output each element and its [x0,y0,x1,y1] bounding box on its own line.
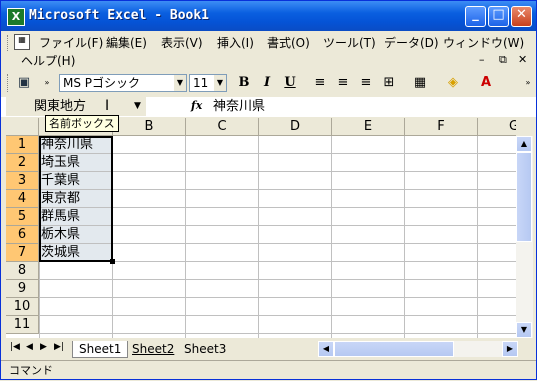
font-name-value: MS Pゴシック [63,76,141,90]
doc-restore-icon[interactable]: ⧉ [499,51,507,69]
horizontal-scrollbar[interactable]: ◀ ▶ [318,341,518,357]
menu-format[interactable]: 書式(O) [267,34,310,52]
menu-insert[interactable]: 挿入(I) [217,34,254,52]
excel-window: X Microsoft Excel - Book1 _ □ ✕ ▦ ファイル(F… [0,0,537,380]
column-header-f[interactable]: F [405,118,478,136]
toolbar-grip[interactable] [7,74,11,92]
name-box-tooltip: 名前ボックス [45,115,119,132]
maximize-button[interactable]: □ [488,6,509,27]
scroll-up-button[interactable]: ▲ [516,136,532,152]
bold-button[interactable]: B [235,74,253,92]
column-header-g[interactable]: G [478,118,516,136]
status-bar: コマンド [1,360,536,380]
doc-minimize-icon[interactable]: – [479,51,485,69]
row-header[interactable]: 11 [6,316,39,334]
row-header[interactable]: 4 [6,190,39,208]
insert-function-button[interactable]: fx [191,99,202,112]
excel-app-icon[interactable]: X [7,8,25,26]
font-size-value: 11 [193,76,209,90]
chevron-down-icon[interactable]: ▼ [134,97,141,116]
hscroll-thumb[interactable] [334,341,454,357]
row-header[interactable]: 10 [6,298,39,316]
next-sheet-icon[interactable]: ▶ [40,342,47,352]
column-header-b[interactable]: B [113,118,186,136]
align-right-icon[interactable]: ≡ [357,74,375,92]
underline-button[interactable]: U [281,74,299,92]
document-icon[interactable]: ▦ [14,34,30,50]
fill-color-icon[interactable]: ◈ [444,74,462,92]
row-header[interactable]: 1 [6,136,39,154]
toolbar-options-icon[interactable]: » [38,74,56,92]
sheet-tab-3[interactable]: Sheet3 [178,341,232,357]
row-header[interactable]: 8 [6,262,39,280]
column-header-c[interactable]: C [186,118,259,136]
close-button[interactable]: ✕ [511,6,532,27]
title-bar[interactable]: X Microsoft Excel - Book1 _ □ ✕ [1,1,536,31]
prev-sheet-icon[interactable]: ◀ [26,342,33,352]
scroll-left-button[interactable]: ◀ [318,341,334,357]
chevron-down-icon[interactable]: ▼ [214,75,226,91]
sheet-tab-1[interactable]: Sheet1 [72,341,129,358]
row-header[interactable]: 3 [6,172,39,190]
scroll-right-button[interactable]: ▶ [502,341,518,357]
align-center-icon[interactable]: ≡ [334,74,352,92]
menu-view[interactable]: 表示(V) [161,34,203,52]
font-color-button[interactable]: A [477,74,495,92]
borders-icon[interactable]: ▦ [411,74,429,92]
formula-bar: 関東地方 ▼ I fx 神奈川県 [1,97,536,117]
last-sheet-icon[interactable]: ▶| [54,342,64,352]
formula-input[interactable]: 神奈川県 [213,97,265,116]
font-name-select[interactable]: MS Pゴシック ▼ [59,74,187,92]
sheet-tab-bar: |◀ ◀ ▶ ▶| Sheet1 Sheet2 Sheet3 ◀ ▶ [6,339,533,359]
toolbar-options-icon[interactable]: » [519,74,537,92]
status-text: コマンド [9,364,53,377]
fill-handle[interactable] [110,259,115,264]
menu-bar: ▦ ファイル(F) 編集(E) 表示(V) 挿入(I) 書式(O) ツール(T)… [1,32,536,70]
name-box-value: 関東地方 [34,99,87,114]
chevron-down-icon[interactable]: ▼ [174,75,186,91]
formatting-toolbar: ▣ » MS Pゴシック ▼ 11 ▼ B I U ≡ ≡ ≡ ⊞ ▦ ◈ A … [1,72,536,96]
column-header-e[interactable]: E [332,118,405,136]
scroll-down-button[interactable]: ▼ [516,322,532,338]
merge-center-icon[interactable]: ⊞ [380,74,398,92]
row-header[interactable]: 7 [6,244,39,262]
menu-edit[interactable]: 編集(E) [106,34,147,52]
menu-help[interactable]: ヘルプ(H) [21,52,75,70]
menu-file[interactable]: ファイル(F) [39,34,103,52]
align-left-icon[interactable]: ≡ [311,74,329,92]
menu-data[interactable]: データ(D) [384,34,439,52]
row-header[interactable]: 6 [6,226,39,244]
menu-tools[interactable]: ツール(T) [323,34,376,52]
select-all-corner[interactable] [6,118,39,136]
minimize-button[interactable]: _ [465,6,486,27]
menubar-grip[interactable] [7,35,11,51]
italic-button[interactable]: I [258,74,276,92]
row-header[interactable]: 9 [6,280,39,298]
selection-range-border [39,136,113,262]
column-header-d[interactable]: D [259,118,332,136]
menu-window[interactable]: ウィンドウ(W) [443,34,524,52]
row-header[interactable]: 2 [6,154,39,172]
name-box[interactable]: 関東地方 ▼ [6,97,146,116]
text-cursor-icon: I [105,98,110,114]
scroll-thumb[interactable] [516,152,532,242]
first-sheet-icon[interactable]: |◀ [10,342,20,352]
row-header[interactable]: 5 [6,208,39,226]
doc-close-icon[interactable]: ✕ [518,51,527,69]
worksheet-grid: A B C D E F G 1 2 3 4 5 6 7 8 9 10 11 神奈… [6,118,516,338]
sheet-tab-2[interactable]: Sheet2 [126,341,180,357]
window-title: Microsoft Excel - Book1 [29,8,210,23]
save-icon[interactable]: ▣ [15,74,33,92]
vertical-scrollbar[interactable]: ▲ ▼ [516,136,533,338]
font-size-select[interactable]: 11 ▼ [189,74,227,92]
